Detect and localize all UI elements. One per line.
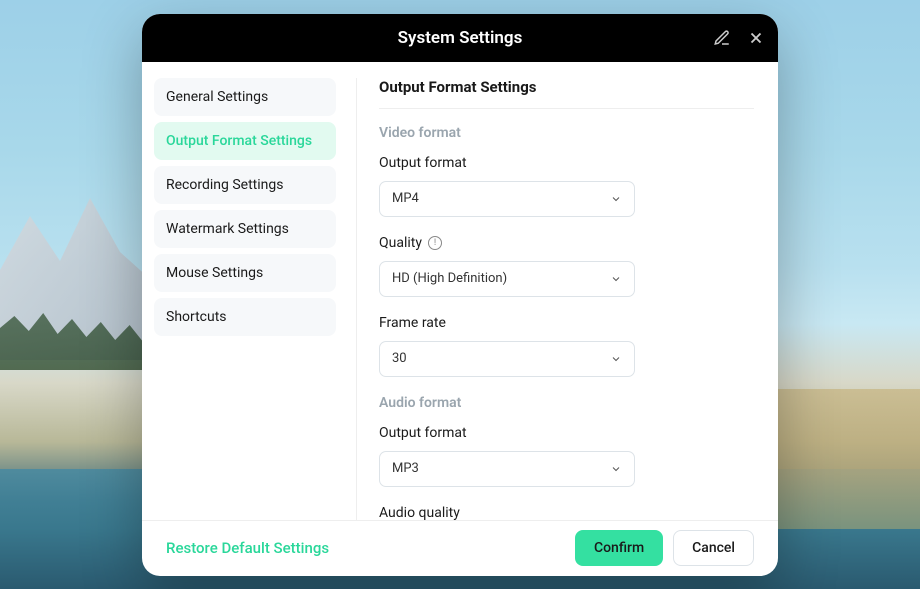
titlebar: System Settings <box>142 14 778 62</box>
sidebar-item-label: Mouse Settings <box>166 265 263 281</box>
desktop-background: System Settings General Settings <box>0 0 920 589</box>
close-icon[interactable] <box>746 28 766 48</box>
sidebar-item-output-format[interactable]: Output Format Settings <box>154 122 336 160</box>
edit-icon[interactable] <box>712 28 732 48</box>
field-label: Audio quality <box>379 505 754 520</box>
section-heading-video: Video format <box>379 125 754 141</box>
field-video-output-format: Output format MP4 <box>379 155 754 217</box>
label-text: Audio quality <box>379 505 460 520</box>
field-label: Output format <box>379 155 754 171</box>
select-value: 30 <box>392 351 407 366</box>
titlebar-actions <box>712 14 766 62</box>
info-icon[interactable]: ! <box>428 236 442 250</box>
cancel-button[interactable]: Cancel <box>673 530 754 566</box>
modal-footer: Restore Default Settings Confirm Cancel <box>142 520 778 576</box>
button-label: Cancel <box>692 540 735 556</box>
sidebar-item-label: Output Format Settings <box>166 133 312 149</box>
section-heading-audio: Audio format <box>379 395 754 411</box>
field-label: Quality ! <box>379 235 754 251</box>
field-frame-rate: Frame rate 30 <box>379 315 754 377</box>
chevron-down-icon <box>610 273 622 285</box>
label-text: Frame rate <box>379 315 446 331</box>
select-frame-rate[interactable]: 30 <box>379 341 635 377</box>
sidebar-item-general[interactable]: General Settings <box>154 78 336 116</box>
sidebar-item-shortcuts[interactable]: Shortcuts <box>154 298 336 336</box>
field-audio-quality: Audio quality 44.1kHz,Stereo <box>379 505 754 520</box>
field-label: Frame rate <box>379 315 754 331</box>
select-value: MP4 <box>392 191 419 206</box>
select-video-output-format[interactable]: MP4 <box>379 181 635 217</box>
chevron-down-icon <box>610 353 622 365</box>
sidebar-item-label: Watermark Settings <box>166 221 289 237</box>
settings-modal: System Settings General Settings <box>142 14 778 576</box>
sidebar-item-label: Shortcuts <box>166 309 227 325</box>
select-value: HD (High Definition) <box>392 271 507 286</box>
label-text: Quality <box>379 235 422 251</box>
sidebar-item-label: Recording Settings <box>166 177 283 193</box>
footer-buttons: Confirm Cancel <box>575 530 754 566</box>
modal-body: General Settings Output Format Settings … <box>142 62 778 520</box>
panel-title: Output Format Settings <box>379 78 754 109</box>
select-value: MP3 <box>392 461 419 476</box>
window-title: System Settings <box>398 28 523 48</box>
sidebar: General Settings Output Format Settings … <box>154 78 336 520</box>
label-text: Output format <box>379 155 467 171</box>
button-label: Confirm <box>594 540 644 556</box>
label-text: Output format <box>379 425 467 441</box>
restore-defaults-link[interactable]: Restore Default Settings <box>166 539 329 557</box>
settings-panel: Output Format Settings Video format Outp… <box>356 78 754 520</box>
select-video-quality[interactable]: HD (High Definition) <box>379 261 635 297</box>
sidebar-item-recording[interactable]: Recording Settings <box>154 166 336 204</box>
chevron-down-icon <box>610 193 622 205</box>
field-video-quality: Quality ! HD (High Definition) <box>379 235 754 297</box>
sidebar-item-watermark[interactable]: Watermark Settings <box>154 210 336 248</box>
field-audio-output-format: Output format MP3 <box>379 425 754 487</box>
field-label: Output format <box>379 425 754 441</box>
chevron-down-icon <box>610 463 622 475</box>
sidebar-item-mouse[interactable]: Mouse Settings <box>154 254 336 292</box>
confirm-button[interactable]: Confirm <box>575 530 663 566</box>
sidebar-item-label: General Settings <box>166 89 268 105</box>
select-audio-output-format[interactable]: MP3 <box>379 451 635 487</box>
